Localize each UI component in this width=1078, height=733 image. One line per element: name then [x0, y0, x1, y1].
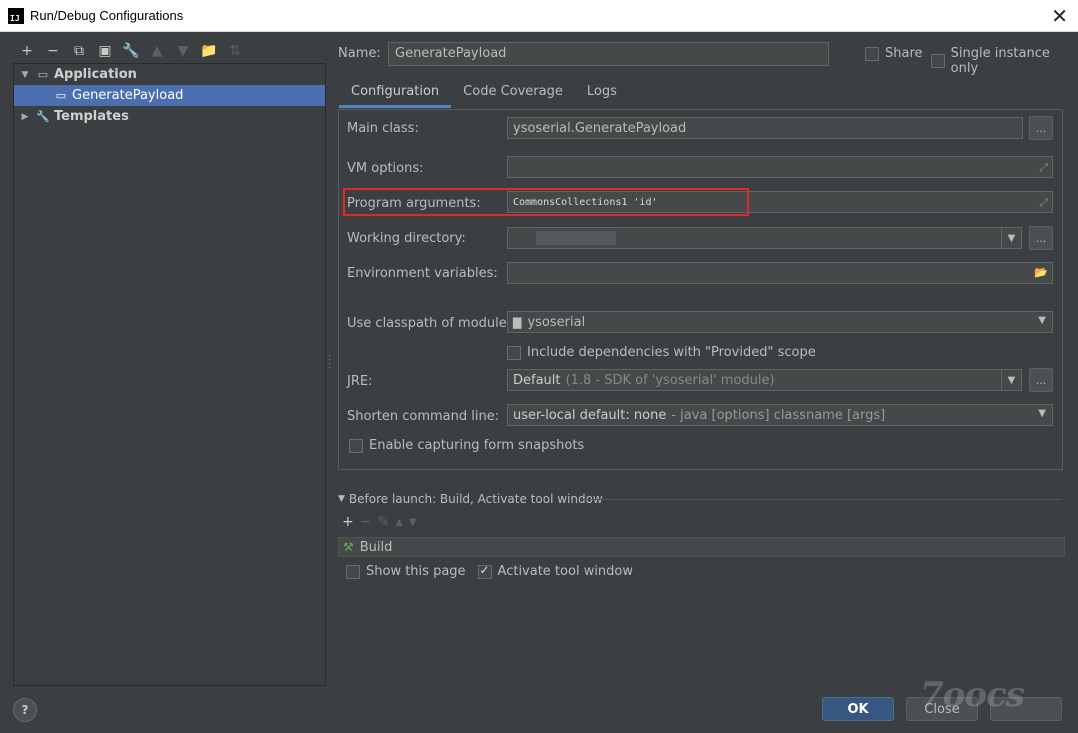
jre-value: Default [513, 372, 561, 388]
chevron-down-icon[interactable]: ▼ [1038, 315, 1046, 326]
vm-options-label: VM options: [347, 161, 424, 176]
add-icon[interactable]: + [14, 40, 40, 62]
include-dependencies-row[interactable]: Include dependencies with "Provided" sco… [507, 345, 816, 360]
main-class-browse-button[interactable]: ... [1029, 116, 1053, 140]
move-up-icon[interactable]: ▲ [144, 40, 170, 62]
configurations-tree: ▼ ▭ Application ▭ GeneratePayload ▶ 🔧 Te… [13, 63, 326, 686]
classpath-module-label: Use classpath of module: [347, 316, 512, 331]
share-checkbox[interactable] [865, 46, 879, 61]
move-down-icon[interactable]: ▼ [409, 517, 417, 530]
chevron-down-icon[interactable]: ▼ [1001, 228, 1021, 248]
before-launch-list: ⚒ Build [338, 537, 1065, 557]
application-icon: ▭ [37, 68, 49, 81]
window-title: Run/Debug Configurations [30, 8, 184, 23]
config-tabs: Configuration Code Coverage Logs [339, 80, 629, 108]
before-launch-options: Show this page Activate tool window [346, 563, 634, 579]
run-config-icon: ▭ [55, 89, 67, 102]
main-class-label: Main class: [347, 121, 419, 136]
expand-right-icon[interactable]: ▶ [18, 112, 32, 122]
share-label: Share [885, 46, 923, 61]
remove-icon[interactable]: − [360, 514, 372, 530]
folder-icon[interactable]: 📂 [1034, 266, 1048, 279]
wrench-icon: 🔧 [36, 110, 50, 123]
module-folder-icon: ▇ [513, 315, 522, 329]
activate-tool-window-checkbox[interactable] [477, 563, 492, 579]
main-class-input[interactable]: ysoserial.GeneratePayload [507, 117, 1023, 139]
shorten-command-line-label: Shorten command line: [347, 409, 500, 424]
remove-icon[interactable]: − [40, 40, 66, 62]
shorten-hint: - java [options] classname [args] [671, 407, 886, 423]
environment-variables-label: Environment variables: [347, 266, 498, 281]
single-instance-checkbox-row[interactable]: Single instance only [931, 46, 1078, 76]
expand-icon[interactable]: ⤢ [1039, 161, 1048, 175]
expand-down-icon[interactable]: ▼ [18, 70, 32, 80]
before-launch-toolbar: + − ✎ ▲ ▼ [342, 514, 417, 530]
add-icon[interactable]: + [342, 514, 354, 530]
hammer-icon: ⚒ [343, 540, 354, 554]
working-directory-browse-button[interactable]: ... [1029, 226, 1053, 250]
enable-snapshots-checkbox[interactable] [349, 438, 363, 453]
tree-item-label: Application [54, 67, 137, 82]
jre-label: JRE: [347, 374, 373, 389]
window-titlebar: IJ Run/Debug Configurations ✕ [0, 0, 1078, 32]
activate-tool-window-label: Activate tool window [497, 564, 634, 579]
expand-icon[interactable]: ⤢ [1039, 196, 1048, 210]
jre-select[interactable]: Default (1.8 - SDK of 'ysoserial' module… [507, 369, 1022, 391]
tree-item-label: GeneratePayload [72, 88, 184, 103]
single-instance-checkbox[interactable] [931, 54, 945, 68]
shorten-value: user-local default: none [513, 407, 667, 423]
configurations-toolbar: + − ⧉ ▣ 🔧 ▲ ▼ 📁 ⇅ [14, 40, 248, 62]
before-launch-title: Before launch: Build, Activate tool wind… [348, 492, 603, 506]
edit-icon[interactable]: ✎ [377, 514, 389, 530]
move-up-icon[interactable]: ▲ [395, 517, 403, 530]
save-icon[interactable]: ▣ [92, 40, 118, 62]
highlight-annotation-box [343, 188, 749, 216]
collapse-down-icon[interactable]: ▼ [338, 494, 345, 504]
tree-item-templates[interactable]: ▶ 🔧 Templates [14, 106, 325, 127]
ok-button[interactable]: OK [822, 697, 894, 721]
name-input[interactable]: GeneratePayload [388, 42, 829, 66]
working-directory-input[interactable]: ▼ [507, 227, 1022, 249]
intellij-app-icon: IJ [8, 7, 24, 24]
environment-variables-input[interactable]: 📂 [507, 262, 1053, 284]
before-launch-header[interactable]: ▼ Before launch: Build, Activate tool wi… [338, 492, 603, 506]
watermark-logo: 7oocs [920, 675, 1025, 715]
show-this-page-label: Show this page [366, 564, 466, 579]
chevron-down-icon[interactable]: ▼ [1001, 370, 1021, 390]
wrench-icon[interactable]: 🔧 [118, 40, 144, 62]
help-button[interactable]: ? [13, 698, 37, 722]
jre-hint: (1.8 - SDK of 'ysoserial' module) [565, 372, 775, 388]
tab-configuration[interactable]: Configuration [339, 80, 452, 108]
list-item[interactable]: Build [360, 540, 393, 555]
working-directory-label: Working directory: [347, 231, 466, 246]
tree-item-label: Templates [54, 109, 129, 124]
include-dependencies-checkbox[interactable] [507, 345, 521, 360]
classpath-module-value: ysoserial [527, 314, 586, 330]
enable-snapshots-label: Enable capturing form snapshots [369, 438, 585, 453]
tree-item-generatepayload[interactable]: ▭ GeneratePayload [14, 85, 325, 106]
divider [580, 499, 1062, 500]
copy-icon[interactable]: ⧉ [66, 40, 92, 62]
jre-browse-button[interactable]: ... [1029, 368, 1053, 392]
sort-icon[interactable]: ⇅ [222, 40, 248, 62]
classpath-module-select[interactable]: ▇ ysoserial ▼ [507, 311, 1053, 333]
tab-logs[interactable]: Logs [575, 80, 629, 108]
vm-options-input[interactable]: ⤢ [507, 156, 1053, 178]
single-instance-label: Single instance only [950, 46, 1050, 76]
name-label: Name: [338, 46, 381, 61]
tree-item-application[interactable]: ▼ ▭ Application [14, 64, 325, 85]
close-window-icon[interactable]: ✕ [1051, 4, 1068, 28]
enable-snapshots-row[interactable]: Enable capturing form snapshots [349, 438, 584, 453]
include-dependencies-label: Include dependencies with "Provided" sco… [527, 345, 816, 360]
blurred-path [536, 231, 616, 245]
shorten-command-line-select[interactable]: user-local default: none - java [options… [507, 404, 1053, 426]
folder-add-icon[interactable]: 📁 [196, 40, 222, 62]
splitter-handle[interactable]: · · · · [328, 352, 331, 374]
move-down-icon[interactable]: ▼ [170, 40, 196, 62]
tab-code-coverage[interactable]: Code Coverage [451, 80, 575, 108]
chevron-down-icon[interactable]: ▼ [1038, 408, 1046, 419]
show-this-page-checkbox[interactable] [346, 564, 360, 579]
share-checkbox-row[interactable]: Share [865, 46, 923, 61]
